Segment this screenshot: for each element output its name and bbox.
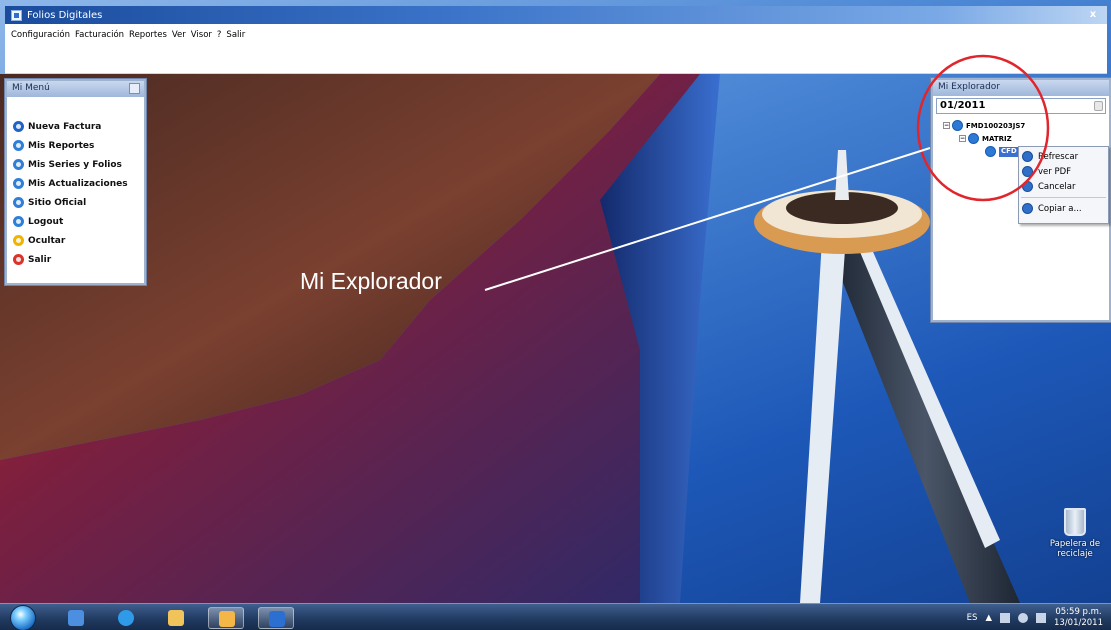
recycle-bin[interactable]: Papelera de reciclaje bbox=[1046, 508, 1104, 559]
internet-explorer-icon bbox=[118, 610, 134, 626]
folios-digitales-icon bbox=[269, 611, 285, 627]
annotation-pointer-line bbox=[484, 147, 931, 291]
annotation-overlay bbox=[484, 54, 1050, 291]
annotation-circle bbox=[916, 54, 1050, 202]
mail-icon bbox=[219, 611, 235, 627]
taskbar-app-button[interactable] bbox=[258, 607, 294, 629]
annotation-label: Mi Explorador bbox=[300, 268, 442, 294]
start-button[interactable] bbox=[10, 605, 36, 630]
taskbar: ES ▲ 05:59 p.m. 13/01/2011 bbox=[0, 603, 1111, 630]
show-hidden-icons-icon[interactable]: ▲ bbox=[985, 613, 992, 623]
language-indicator[interactable]: ES bbox=[967, 613, 978, 623]
recycle-bin-icon bbox=[1064, 508, 1086, 536]
media-icon bbox=[68, 610, 84, 626]
taskbar-ie-button[interactable] bbox=[108, 607, 144, 629]
folder-icon bbox=[168, 610, 184, 626]
recycle-bin-label: Papelera de reciclaje bbox=[1049, 539, 1101, 559]
taskbar-media-button[interactable] bbox=[58, 607, 94, 629]
network-icon[interactable] bbox=[1036, 612, 1046, 623]
taskbar-mail-button[interactable] bbox=[208, 607, 244, 629]
clock-time: 05:59 p.m. bbox=[1055, 606, 1102, 617]
volume-icon[interactable] bbox=[1018, 612, 1028, 623]
system-tray: ES ▲ 05:59 p.m. 13/01/2011 bbox=[967, 604, 1103, 630]
clock[interactable]: 05:59 p.m. 13/01/2011 bbox=[1054, 607, 1103, 629]
flag-icon[interactable] bbox=[1000, 612, 1010, 623]
clock-date: 13/01/2011 bbox=[1054, 617, 1103, 628]
taskbar-explorer-button[interactable] bbox=[158, 607, 194, 629]
